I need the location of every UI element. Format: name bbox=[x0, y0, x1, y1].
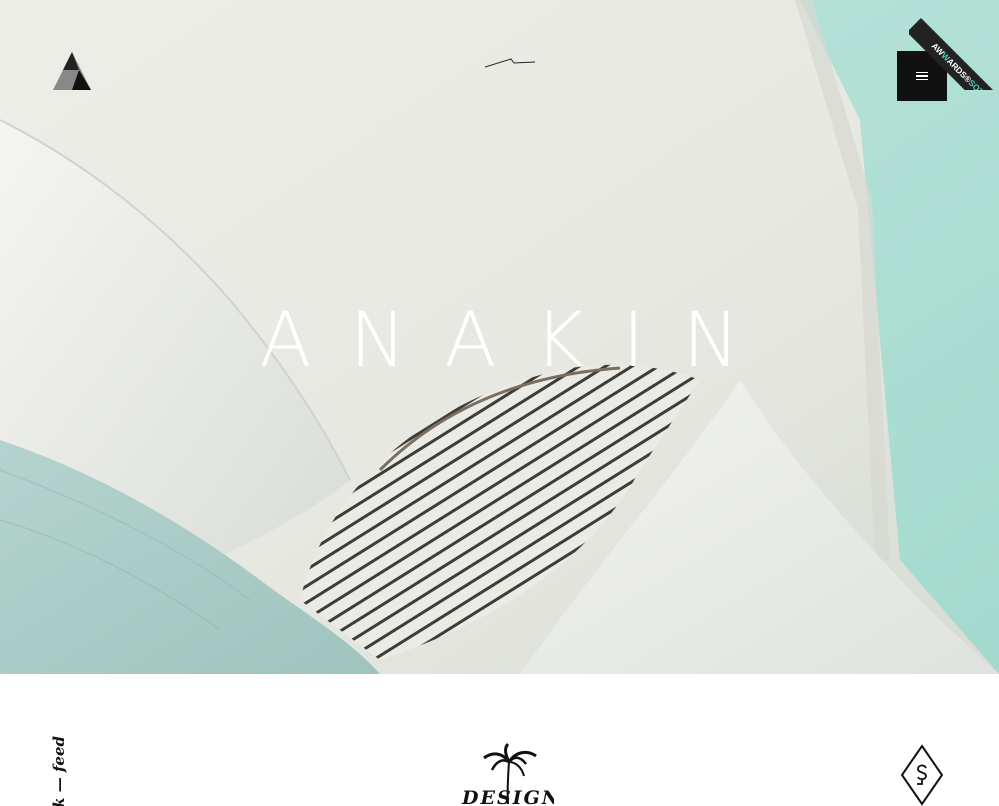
palm-tree-icon: DESIGN bbox=[461, 742, 554, 806]
vertical-nav-label: work — feed bbox=[50, 736, 68, 806]
design-logo-text: DESIGN bbox=[461, 787, 554, 806]
hero-section: AW W ARDS ® SOTD ANAKIN bbox=[0, 0, 999, 674]
vertical-nav-text[interactable]: work — feed bbox=[48, 736, 68, 806]
page: AW W ARDS ® SOTD ANAKIN work — feed DESIGN bbox=[0, 0, 999, 806]
ribbon-sotd-text: SOTD bbox=[966, 77, 991, 90]
triangle-logo-icon[interactable] bbox=[53, 52, 91, 90]
hero-title: ANAKIN bbox=[259, 295, 778, 384]
awards-ribbon[interactable]: AW W ARDS ® SOTD bbox=[909, 0, 999, 90]
awards-ribbon-label[interactable]: AW W ARDS ® SOTD bbox=[909, 18, 999, 90]
diamond-monogram-icon bbox=[900, 744, 944, 806]
signature-line-icon bbox=[485, 58, 535, 68]
